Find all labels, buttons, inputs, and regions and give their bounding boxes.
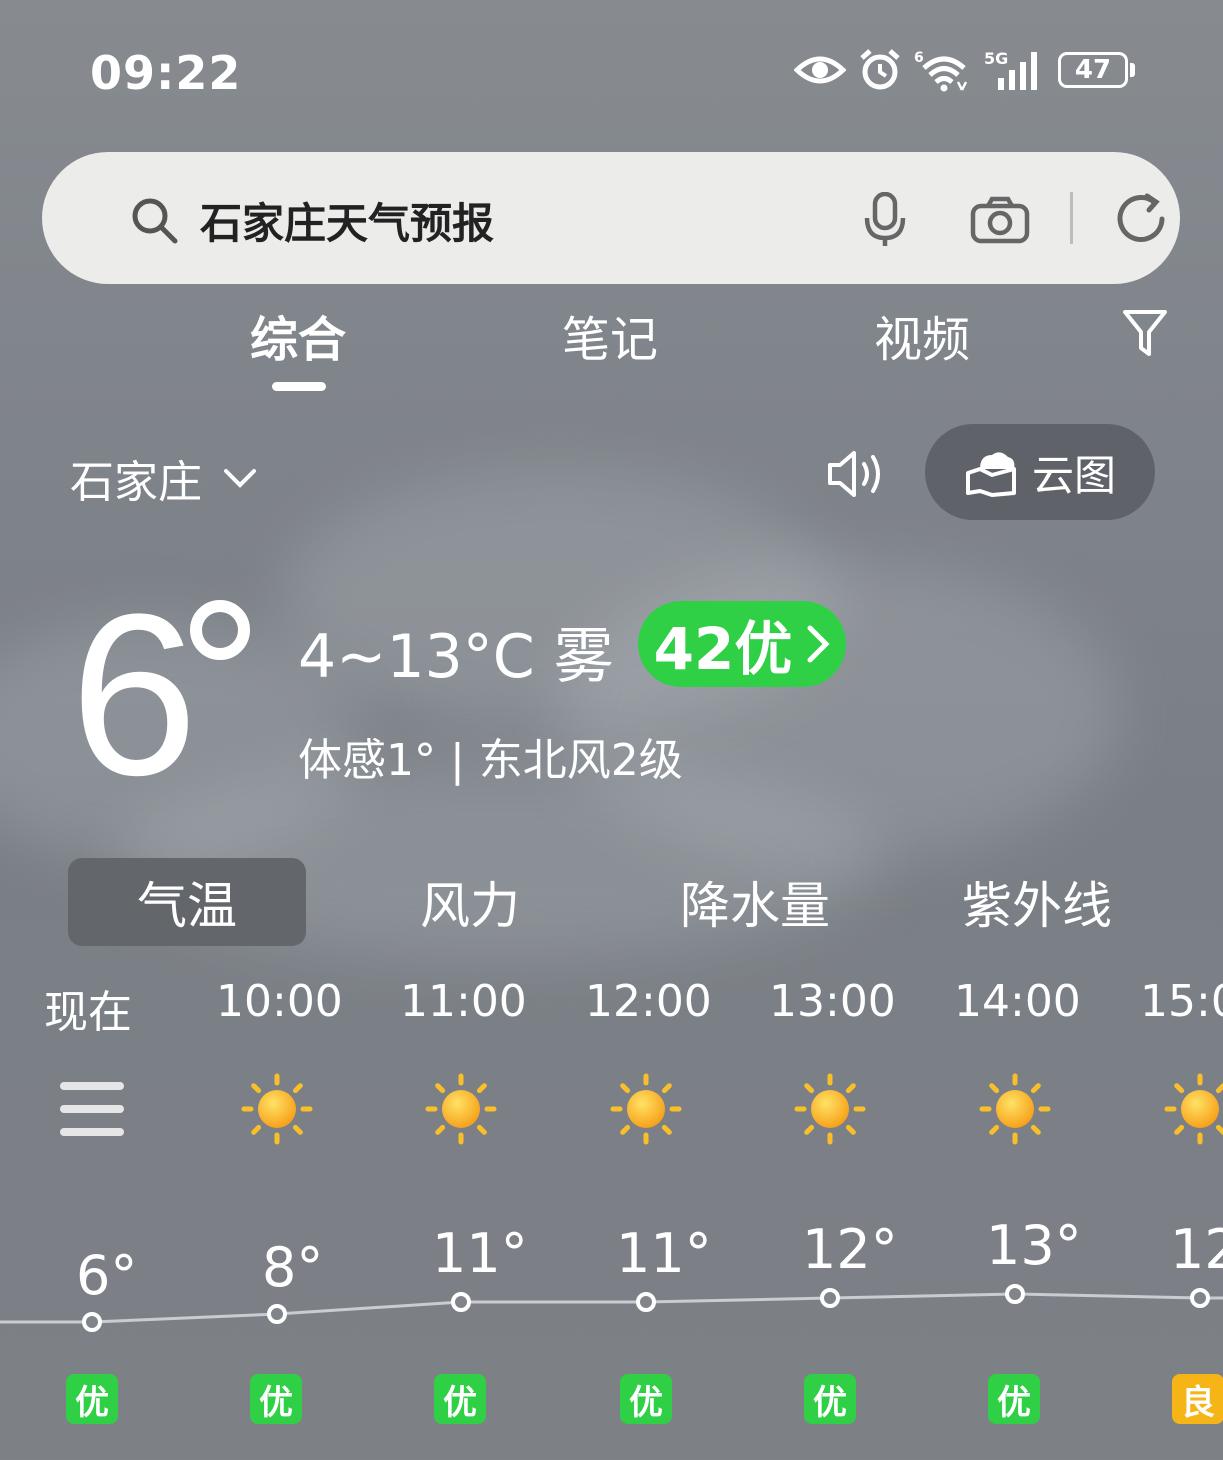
- metric-tab-precipitation[interactable]: 降水量: [660, 858, 850, 946]
- microphone-icon[interactable]: [864, 192, 906, 248]
- hour-time: 10:00: [216, 976, 343, 1027]
- menu-icon[interactable]: [58, 1080, 126, 1138]
- hour-aqi-badge: 优: [66, 1374, 118, 1424]
- feels-like-wind: 体感1° | 东北风2级: [298, 735, 683, 786]
- temperature-point: [267, 1304, 287, 1324]
- signal-5g-icon: 5G: [984, 49, 1037, 90]
- temperature-point: [1005, 1284, 1025, 1304]
- alarm-icon: [860, 49, 900, 90]
- search-input[interactable]: 石家庄天气预报: [200, 190, 494, 251]
- temperature-point: [820, 1288, 840, 1308]
- temperature-trend-line: [0, 1284, 1223, 1332]
- metric-tab-temperature[interactable]: 气温: [68, 858, 306, 946]
- status-bar: 09:22 6 5G 47: [0, 0, 1223, 140]
- hour-time: 13:00: [769, 976, 896, 1027]
- city-selector[interactable]: 石家庄: [70, 446, 258, 510]
- sun-icon: [425, 1073, 497, 1145]
- hour-aqi-badge: 优: [250, 1374, 302, 1424]
- cloud-map-label: 云图: [1031, 450, 1116, 500]
- hour-aqi-badge: 优: [620, 1374, 672, 1424]
- filter-icon[interactable]: [1122, 308, 1168, 358]
- active-tab-indicator: [272, 382, 326, 391]
- cloud-map-button[interactable]: 云图: [925, 424, 1155, 520]
- clock: 09:22: [90, 46, 242, 100]
- chevron-right-icon: [807, 625, 830, 663]
- battery-icon: 47: [1058, 52, 1135, 88]
- temperature-point: [1190, 1288, 1210, 1308]
- sun-icon: [794, 1073, 866, 1145]
- temperature-point: [451, 1292, 471, 1312]
- svg-text:6: 6: [914, 50, 924, 66]
- cloud-map-icon: [965, 452, 1016, 497]
- sun-icon: [241, 1073, 313, 1145]
- tab-video[interactable]: 视频: [874, 300, 970, 370]
- hour-time: 现在: [44, 987, 132, 1038]
- camera-icon[interactable]: [970, 196, 1030, 244]
- search-divider: [1070, 192, 1073, 244]
- metric-tab-uv[interactable]: 紫外线: [942, 858, 1132, 946]
- svg-text:5G: 5G: [984, 49, 1008, 68]
- hour-time: 15:00: [1140, 976, 1223, 1027]
- sun-icon: [979, 1073, 1051, 1145]
- temperature-point: [636, 1292, 656, 1312]
- hour-time: 12:00: [585, 976, 712, 1027]
- battery-level: 47: [1058, 52, 1128, 88]
- refresh-icon[interactable]: [1114, 192, 1168, 246]
- aqi-value: 42优: [653, 615, 793, 683]
- search-bar[interactable]: 石家庄天气预报: [42, 152, 1180, 284]
- hour-time: 14:00: [954, 976, 1081, 1027]
- chevron-down-icon: [224, 469, 256, 488]
- aqi-badge[interactable]: 42优: [638, 601, 846, 687]
- temperature-point: [82, 1312, 102, 1332]
- tab-notes[interactable]: 笔记: [562, 300, 658, 370]
- sun-icon: [1164, 1073, 1223, 1145]
- metric-tab-wind[interactable]: 风力: [400, 858, 540, 946]
- hour-time: 11:00: [400, 976, 527, 1027]
- status-icons: 6 5G 47: [794, 48, 1135, 92]
- hour-aqi-badge: 优: [434, 1374, 486, 1424]
- city-name: 石家庄: [70, 457, 202, 508]
- tab-comprehensive[interactable]: 综合: [250, 300, 346, 370]
- search-icon: [132, 198, 178, 244]
- sun-icon: [610, 1073, 682, 1145]
- current-temperature: 6: [70, 566, 198, 823]
- wifi-icon: 6: [914, 50, 968, 92]
- degree-symbol: [190, 600, 250, 660]
- hour-aqi-badge: 优: [804, 1374, 856, 1424]
- temperature-range-condition: 4~13°C 雾: [298, 622, 614, 692]
- eye-icon: [794, 56, 846, 84]
- hour-aqi-badge: 优: [988, 1374, 1040, 1424]
- speaker-icon[interactable]: [826, 448, 886, 500]
- hour-aqi-badge: 良: [1172, 1374, 1223, 1424]
